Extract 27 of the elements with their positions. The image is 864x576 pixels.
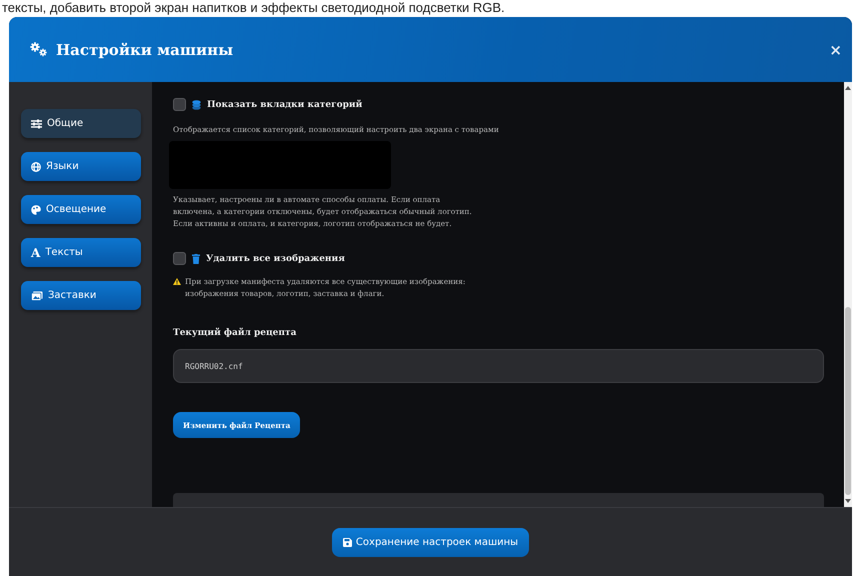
scroll-down-icon[interactable] [845, 498, 851, 504]
gears-icon [30, 42, 48, 57]
background-text: тексты, добавить второй экран напитков и эффекты светодиодной подсветки RGB. [1, 0, 506, 17]
palette-icon [31, 204, 41, 214]
sidebar-item[interactable]: Заставки [21, 281, 141, 310]
dialog-title: Настройки машины [56, 40, 234, 58]
image-icon [31, 290, 43, 300]
checkbox[interactable] [173, 252, 186, 265]
sidebar-item[interactable]: Языки [21, 152, 141, 181]
letter-icon: A [31, 246, 40, 260]
sidebar-item[interactable]: Освещение [21, 195, 141, 224]
layers-icon [192, 100, 201, 110]
save-settings-button[interactable]: Сохранение настроек машины [332, 528, 530, 556]
sliders-icon [31, 118, 42, 128]
field-label: Текущий файл рецепта [173, 328, 298, 338]
warning-icon [173, 278, 181, 285]
globe-icon [31, 162, 41, 172]
sidebar-item[interactable]: Общие [21, 109, 141, 138]
setting-label: Удалить все изображения [206, 254, 345, 264]
trash-icon [192, 254, 200, 264]
recipe-file-field[interactable]: RGORRU02.cnf [173, 349, 824, 383]
close-button[interactable]: × [829, 40, 842, 58]
scroll-up-icon[interactable] [845, 85, 851, 91]
scrollbar[interactable] [844, 82, 852, 507]
checkbox[interactable] [173, 98, 186, 111]
sidebar-item[interactable]: A Тексты [21, 238, 141, 267]
setting-label: Показать вкладки категорий [207, 100, 362, 110]
